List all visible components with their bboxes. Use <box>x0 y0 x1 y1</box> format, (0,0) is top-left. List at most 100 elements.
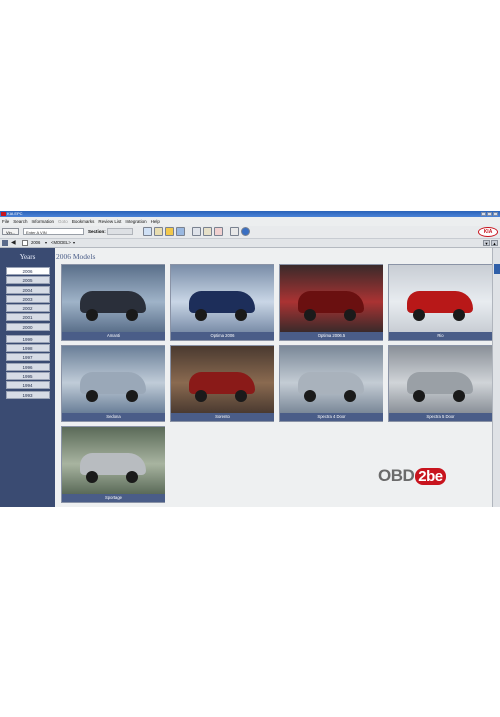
years-header: Years <box>19 253 36 261</box>
menu-integration[interactable]: Integration <box>123 218 148 225</box>
menu-information[interactable]: Information <box>30 218 57 225</box>
year-button-1998[interactable]: 1998 <box>5 344 50 353</box>
model-label: Spectra 4 Door <box>280 413 383 421</box>
model-card[interactable]: Sorento <box>170 345 274 422</box>
year-button-1994[interactable]: 1994 <box>5 381 50 390</box>
close-button[interactable] <box>493 212 498 216</box>
year-button-2003[interactable]: 2003 <box>5 294 50 303</box>
edit-icon[interactable] <box>230 227 239 236</box>
title-bar: KIA EPC <box>0 211 500 217</box>
model-card[interactable]: Spectra 4 Door <box>279 345 383 422</box>
catalog-icon[interactable] <box>2 240 8 246</box>
tools-icon[interactable] <box>154 227 163 236</box>
wheel-icon <box>344 309 356 321</box>
notes-icon[interactable] <box>203 227 212 236</box>
collapse-icon[interactable]: ▼ <box>483 240 490 246</box>
epc-app-window: KIA EPC File Search Information Goto Boo… <box>0 211 500 507</box>
year-combo[interactable]: 2006 <box>31 240 40 246</box>
year-button-1997[interactable]: 1997 <box>5 353 50 362</box>
year-button-2006[interactable]: 2006 <box>5 267 50 275</box>
model-dropdown-icon[interactable]: ▾ <box>73 240 75 246</box>
year-button-2002[interactable]: 2002 <box>5 304 50 313</box>
wheel-icon <box>235 309 247 321</box>
model-label: Rio <box>389 332 492 340</box>
models-heading: 2006 Models <box>56 252 96 261</box>
year-button-2001[interactable]: 2001 <box>5 313 50 322</box>
back-arrow-icon[interactable]: ◀ <box>11 240 17 246</box>
menu-review-list[interactable]: Review List <box>96 218 123 225</box>
model-label: Spectra 5 Door <box>389 413 492 421</box>
bookmark-icon[interactable] <box>214 227 223 236</box>
search-icon[interactable] <box>143 227 152 236</box>
year-button-1999[interactable]: 1999 <box>5 334 50 343</box>
year-button-1996[interactable]: 1996 <box>5 362 50 371</box>
section-input[interactable] <box>107 228 133 235</box>
car-photo <box>171 265 274 332</box>
wheel-icon <box>195 390 207 402</box>
print-icon[interactable] <box>192 227 201 236</box>
year-button-2004[interactable]: 2004 <box>5 285 50 294</box>
wheel-icon <box>453 309 465 321</box>
lock-icon[interactable] <box>165 227 174 236</box>
car-photo <box>280 265 383 332</box>
kia-logo: KIA <box>478 227 498 237</box>
year-button-2000[interactable]: 2000 <box>5 322 50 331</box>
help-icon[interactable] <box>241 227 250 236</box>
wheel-icon <box>235 390 247 402</box>
wheel-icon <box>344 390 356 402</box>
wheel-icon <box>413 309 425 321</box>
menu-goto[interactable]: Goto <box>56 218 70 225</box>
year-button-1995[interactable]: 1995 <box>5 371 50 380</box>
watermark: OBD 2be <box>378 466 446 486</box>
nav-bar: ◀ 2006 ▾ <MODEL> ▾ ▼ ▲ <box>0 239 500 248</box>
model-label: Sorento <box>171 413 274 421</box>
year-dropdown-icon[interactable]: ▾ <box>45 240 47 246</box>
parts-icon[interactable] <box>176 227 185 236</box>
vin-button[interactable]: Vin... <box>2 228 19 235</box>
model-label: Sedona <box>62 413 165 421</box>
model-card[interactable]: Optima 2006.5 <box>279 264 383 341</box>
car-photo <box>280 346 383 413</box>
wheel-icon <box>453 390 465 402</box>
model-card[interactable]: Spectra 5 Door <box>388 345 492 422</box>
model-combo[interactable]: <MODEL> <box>51 240 71 246</box>
year-button-2005[interactable]: 2005 <box>5 276 50 285</box>
model-label: Optima 2006 <box>171 332 274 340</box>
car-photo <box>62 265 165 332</box>
year-button-1993[interactable]: 1993 <box>5 390 50 399</box>
vin-input[interactable]: Enter A VIN <box>23 228 84 235</box>
car-photo <box>62 346 165 413</box>
menu-file[interactable]: File <box>0 218 11 225</box>
watermark-suffix: 2be <box>415 468 446 485</box>
model-card[interactable]: Amanti <box>61 264 165 341</box>
car-photo <box>62 427 165 494</box>
app-icon <box>1 212 6 216</box>
minimize-button[interactable] <box>481 212 486 216</box>
wheel-icon <box>195 309 207 321</box>
car-photo <box>171 346 274 413</box>
wheel-icon <box>126 390 138 402</box>
model-label: Optima 2006.5 <box>280 332 383 340</box>
vertical-scrollbar[interactable] <box>492 248 500 507</box>
wheel-icon <box>413 390 425 402</box>
model-card[interactable]: Rio <box>388 264 492 341</box>
menu-bar: File Search Information Goto Bookmarks R… <box>0 218 500 225</box>
window-title: KIA EPC <box>7 211 23 216</box>
menu-search[interactable]: Search <box>11 218 29 225</box>
car-photo <box>389 346 492 413</box>
wheel-icon <box>86 471 98 483</box>
section-label: Section: <box>88 229 106 234</box>
wheel-icon <box>86 309 98 321</box>
model-card[interactable]: Sedona <box>61 345 165 422</box>
model-label: Sportage <box>62 494 165 502</box>
wheel-icon <box>126 309 138 321</box>
model-card[interactable]: Sportage <box>61 426 165 503</box>
expand-icon[interactable]: ▲ <box>491 240 498 246</box>
menu-bookmarks[interactable]: Bookmarks <box>70 218 97 225</box>
maximize-button[interactable] <box>487 212 492 216</box>
menu-help[interactable]: Help <box>149 218 162 225</box>
scrollbar-thumb[interactable] <box>494 264 500 274</box>
year-checkbox[interactable] <box>22 240 28 246</box>
model-card[interactable]: Optima 2006 <box>170 264 274 341</box>
years-sidebar: Years 2006 2005 2004 2003 2002 2001 2000 1999 1… <box>0 248 55 507</box>
